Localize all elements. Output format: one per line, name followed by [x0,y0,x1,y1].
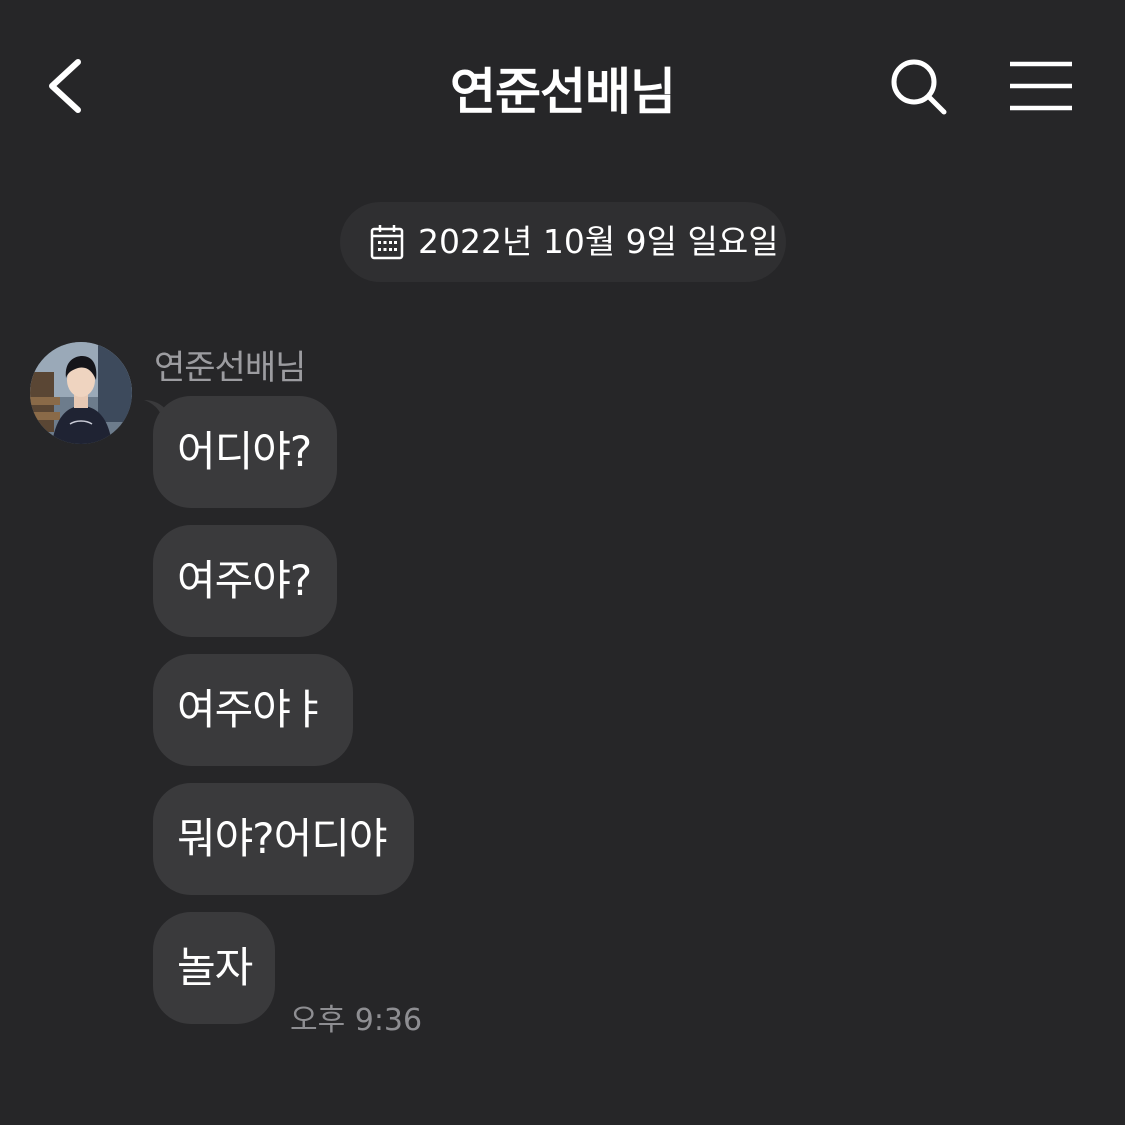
sender-name: 연준선배님 [154,348,306,388]
message-bubble[interactable]: 뭐야?어디야 [153,783,414,895]
message-timestamp: 오후 9:36 [290,1003,423,1038]
calendar-icon [370,225,404,260]
hamburger-menu-icon [1010,61,1072,111]
message-bubble[interactable]: 여주야ㅑ [153,654,353,766]
menu-button[interactable] [1006,58,1076,114]
profile-photo [30,342,132,444]
message-bubble[interactable]: 여주야? [153,525,337,637]
avatar[interactable] [30,342,132,444]
chat-title: 연준선배님 [450,63,676,121]
message-bubble[interactable]: 놀자 [153,912,275,1024]
chat-header: 연준선배님 [0,0,1125,170]
date-divider: 2022년 10월 9일 일요일 [340,202,786,282]
chat-screen: 연준선배님 2022년 10월 9일 일요일 연준선배님 어디야? 여주야? 여… [0,0,1125,1125]
search-icon [891,59,947,115]
date-text: 2022년 10월 9일 일요일 [418,222,779,261]
search-button[interactable] [886,54,954,122]
message-bubble[interactable]: 어디야? [153,396,337,508]
